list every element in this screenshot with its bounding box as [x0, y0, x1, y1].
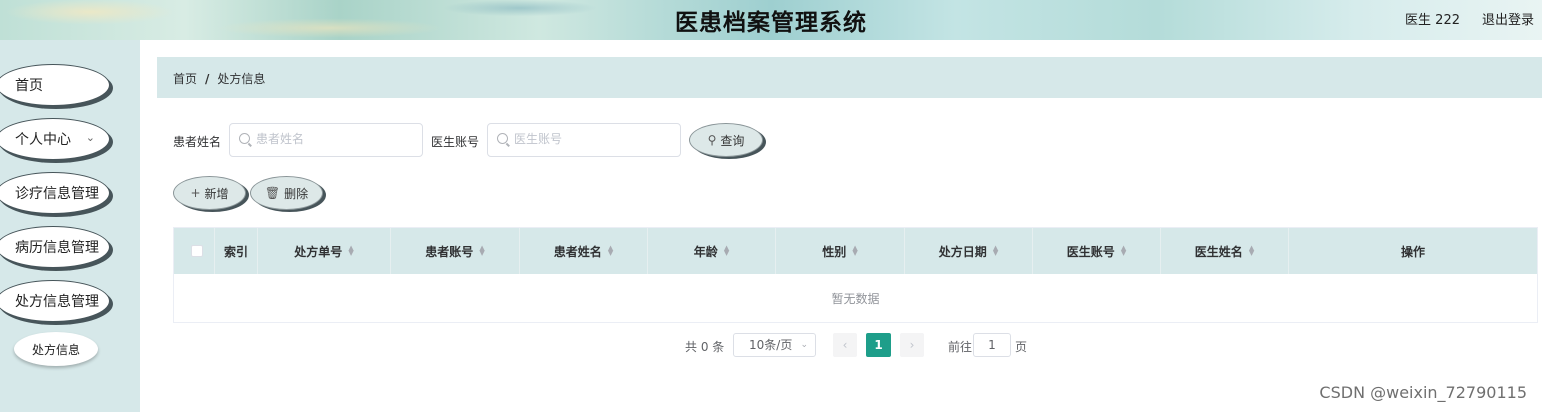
column-header-gender[interactable]: 性别 ▲ ▼ [776, 228, 905, 274]
current-user: 医生 222 [1405, 13, 1460, 28]
sort-icon[interactable]: ▲ ▼ [479, 245, 484, 257]
breadcrumb-separator: / [205, 72, 210, 86]
sidebar-item-label: 处方信息管理 [15, 294, 99, 310]
next-page-button[interactable]: › [900, 333, 924, 357]
sidebar-item-personal-center[interactable]: 个人中心 ⌄ [0, 118, 110, 160]
chevron-down-icon: ⌄ [85, 131, 95, 144]
sort-icon[interactable]: ▲ ▼ [993, 245, 998, 257]
column-header-index: 索引 [215, 228, 258, 274]
column-header-label: 医生姓名 [1194, 244, 1243, 259]
trash-icon: 🗑 [264, 186, 281, 200]
sidebar-item-label: 首页 [15, 78, 43, 94]
patient-name-label: 患者姓名 [173, 135, 222, 149]
app-title: 医患档案管理系统 [675, 10, 867, 36]
pagination-total: 共 0 条 [685, 340, 725, 354]
column-header-label: 患者姓名 [553, 244, 602, 259]
page-number-current[interactable]: 1 [866, 333, 891, 357]
sort-icon[interactable]: ▲ ▼ [724, 245, 729, 257]
column-header-label: 索引 [223, 244, 248, 259]
chevron-left-icon: ‹ [842, 338, 848, 352]
table-header: 索引 处方单号 ▲ ▼ 患者账号 ▲ ▼ 患者姓名 ▲ ▼ 年龄 ▲ ▼ 性别 ▲ ▼ 处… [174, 228, 1537, 274]
sort-icon[interactable]: ▲ ▼ [608, 245, 613, 257]
patient-name-field[interactable] [229, 123, 423, 157]
watermark: CSDN @weixin_72790115 [1319, 383, 1527, 402]
column-header-label: 年龄 [693, 244, 718, 259]
sidebar-item-label: 诊疗信息管理 [15, 186, 99, 202]
prescription-table: 索引 处方单号 ▲ ▼ 患者账号 ▲ ▼ 患者姓名 ▲ ▼ 年龄 ▲ ▼ 性别 ▲ ▼ 处… [173, 227, 1538, 323]
sidebar-subitem-prescription-info[interactable]: 处方信息 [14, 332, 98, 366]
breadcrumb-home[interactable]: 首页 [173, 72, 197, 86]
sort-icon[interactable]: ▲ ▼ [348, 245, 353, 257]
query-button-label: 查询 [720, 133, 745, 148]
column-header-patient-name[interactable]: 患者姓名 ▲ ▼ [520, 228, 648, 274]
sidebar-item-label: 病历信息管理 [15, 240, 99, 256]
sidebar-item-medical-record[interactable]: 病历信息管理 [0, 226, 110, 268]
column-header-doctor-name[interactable]: 医生姓名 ▲ ▼ [1161, 228, 1289, 274]
breadcrumb: 首页 / 处方信息 [173, 70, 265, 87]
select-all-column [174, 228, 215, 274]
sidebar-subitem-label: 处方信息 [31, 342, 80, 357]
prev-page-button[interactable]: ‹ [833, 333, 857, 357]
search-icon: ⚲ [707, 133, 717, 147]
doctor-account-label: 医生账号 [431, 135, 480, 149]
column-header-prescription-date[interactable]: 处方日期 ▲ ▼ [905, 228, 1033, 274]
sidebar-item-diagnosis[interactable]: 诊疗信息管理 [0, 172, 110, 214]
goto-page-input[interactable]: 1 [973, 333, 1011, 357]
column-header-doctor-account[interactable]: 医生账号 ▲ ▼ [1033, 228, 1161, 274]
breadcrumb-bar: 首页 / 处方信息 [157, 57, 1542, 98]
chevron-right-icon: › [909, 338, 915, 352]
sidebar-item-prescription[interactable]: 处方信息管理 [0, 280, 110, 322]
page-suffix-label: 页 [1015, 340, 1028, 354]
column-header-actions: 操作 [1289, 228, 1537, 274]
doctor-account-input[interactable] [514, 132, 664, 146]
search-icon [239, 133, 250, 144]
sort-icon[interactable]: ▲ ▼ [1121, 245, 1126, 257]
column-header-label: 患者账号 [425, 244, 474, 259]
column-header-label: 处方单号 [294, 244, 343, 259]
query-button[interactable]: ⚲ 查询 [689, 123, 763, 157]
delete-button[interactable]: 🗑 删除 [250, 176, 323, 210]
column-header-prescription-no[interactable]: 处方单号 ▲ ▼ [258, 228, 391, 274]
sidebar-item-home[interactable]: 首页 [0, 64, 110, 106]
patient-name-input[interactable] [256, 132, 406, 146]
add-button[interactable]: + 新增 [173, 176, 246, 210]
column-header-label: 性别 [822, 244, 847, 259]
select-all-checkbox[interactable] [191, 245, 203, 257]
sort-icon[interactable]: ▲ ▼ [852, 245, 857, 257]
column-header-label: 医生账号 [1066, 244, 1115, 259]
header-bar: 医患档案管理系统 医生 222 退出登录 [0, 0, 1542, 40]
column-header-label: 处方日期 [938, 244, 987, 259]
doctor-account-field[interactable] [487, 123, 681, 157]
column-header-label: 操作 [1400, 244, 1425, 259]
sidebar-item-label: 个人中心 [15, 132, 71, 148]
sort-icon[interactable]: ▲ ▼ [1249, 245, 1254, 257]
sidebar: 首页 个人中心 ⌄ 诊疗信息管理 病历信息管理 处方信息管理 处方信息 [0, 40, 140, 412]
plus-icon: + [190, 186, 201, 200]
add-button-label: 新增 [204, 186, 229, 201]
delete-button-label: 删除 [284, 186, 309, 201]
column-header-patient-account[interactable]: 患者账号 ▲ ▼ [391, 228, 520, 274]
table-empty-text: 暂无数据 [831, 291, 880, 306]
goto-label: 前往 [948, 340, 973, 354]
page-size-select[interactable]: 10条/页 ⌄ [733, 333, 816, 357]
breadcrumb-current: 处方信息 [217, 72, 266, 86]
page-size-value: 10条/页 [749, 338, 793, 352]
search-icon [497, 133, 508, 144]
logout-link[interactable]: 退出登录 [1482, 9, 1534, 28]
column-header-age[interactable]: 年龄 ▲ ▼ [648, 228, 776, 274]
chevron-down-icon: ⌄ [800, 340, 808, 350]
